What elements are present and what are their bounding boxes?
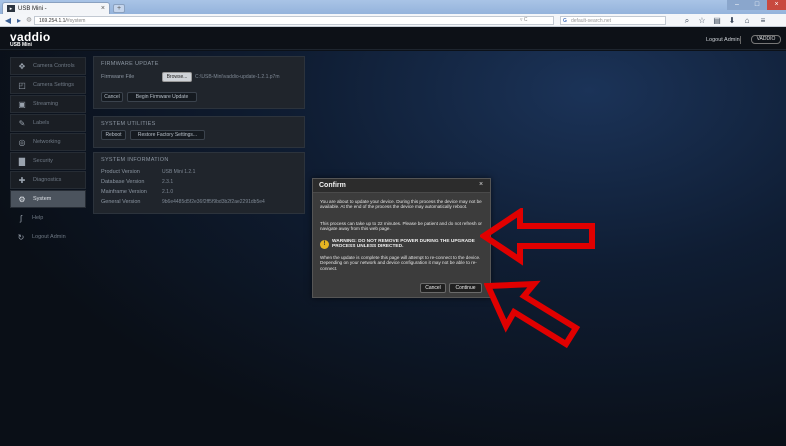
info-value: 2.3.1: [162, 179, 174, 185]
download-icon[interactable]: ⬇: [727, 15, 737, 26]
info-label: General Version: [101, 199, 141, 205]
product-name: USB Mini: [10, 42, 32, 48]
new-tab-button[interactable]: +: [113, 4, 125, 13]
maximize-button[interactable]: □: [747, 0, 767, 10]
sidebar-item-label: Camera Controls: [33, 63, 75, 69]
network-icon: ◎: [18, 137, 26, 147]
help-icon: ʃ: [20, 213, 22, 223]
sidebar-item-camera-settings[interactable]: ◰ Camera Settings: [10, 76, 86, 94]
sidebar-item-camera-controls[interactable]: ✥ Camera Controls: [10, 57, 86, 75]
dialog-message-3: When the update is complete this page wi…: [320, 255, 481, 271]
dialog-cancel-button[interactable]: Cancel: [420, 283, 446, 293]
diagnostics-icon: ✚: [18, 175, 26, 185]
annotation-arrow-continue: [484, 280, 581, 349]
forward-arrow-icon[interactable]: ▸: [14, 16, 24, 25]
joystick-icon: ✥: [18, 61, 26, 71]
camera-settings-icon: ◰: [18, 80, 26, 90]
system-information-panel: SYSTEM INFORMATION Product Version USB M…: [93, 152, 305, 214]
lock-icon: ▇: [18, 156, 26, 166]
url-tail: #system: [66, 18, 86, 24]
confirm-dialog: Confirm × You are about to update your d…: [312, 178, 491, 298]
reboot-button[interactable]: Reboot: [101, 130, 126, 140]
firmware-cancel-button[interactable]: Cancel: [101, 92, 123, 102]
tab-title: USB Mini -: [18, 5, 47, 12]
address-bar[interactable]: 169.254.1.1/#system: [34, 16, 554, 25]
warning-icon: !: [320, 240, 329, 249]
sidebar-item-label: System: [33, 196, 52, 202]
dialog-message-1: You are about to update your device. Dur…: [320, 199, 482, 210]
sidebar-item-labels[interactable]: ✎ Labels: [10, 114, 86, 132]
info-label: Mainframe Version: [101, 189, 147, 195]
firmware-update-panel: FIRMWARE UPDATE Firmware File Browse... …: [93, 56, 305, 109]
firmware-file-name: C:\USB-Mini\vaddio-update-1.2.1.p7m: [195, 74, 280, 80]
info-value: 9b6e4485d5f2e36f2ff5f9bd3b2f2ae2291db5e4: [162, 199, 265, 205]
sidebar-item-streaming[interactable]: ▣ Streaming: [10, 95, 86, 113]
info-value: USB Mini 1.2.1: [162, 169, 196, 175]
info-label: Database Version: [101, 179, 145, 185]
restore-factory-settings-button[interactable]: Restore Factory Settings...: [130, 130, 205, 140]
search-engine-icon: G: [563, 18, 567, 24]
browser-nav-bar: ◀ ▸ ◍ 169.254.1.1/#system ▿ C G default-…: [0, 14, 786, 27]
logout-icon: ↻: [17, 232, 25, 242]
sidebar-item-label: Labels: [33, 120, 50, 126]
search-icon[interactable]: ⌕: [682, 15, 692, 26]
info-value: 2.1.0: [162, 189, 174, 195]
dialog-header: Confirm ×: [313, 179, 490, 193]
firmware-file-label: Firmware File: [101, 74, 135, 80]
sidebar-item-diagnostics[interactable]: ✚ Diagnostics: [10, 171, 86, 189]
utilities-panel-title: SYSTEM UTILITIES: [101, 121, 156, 127]
sidebar-item-label: Networking: [33, 139, 61, 145]
minimize-button[interactable]: –: [727, 0, 747, 10]
sidebar: ✥ Camera Controls ◰ Camera Settings ▣ St…: [10, 57, 86, 247]
browser-tab[interactable]: ▸ USB Mini - ×: [2, 2, 110, 14]
header-divider: [740, 36, 741, 44]
sidebar-item-label: Help: [32, 215, 44, 221]
sidebar-item-label: Logout Admin: [32, 234, 66, 240]
search-placeholder: default-search.net: [571, 18, 612, 24]
tab-close-icon[interactable]: ×: [101, 5, 105, 12]
close-icon[interactable]: ×: [479, 181, 483, 188]
sidebar-item-security[interactable]: ▇ Security: [10, 152, 86, 170]
back-arrow-icon[interactable]: ◀: [3, 16, 13, 25]
sidebar-item-label: Streaming: [33, 101, 59, 107]
vaddio-favicon-icon: ▸: [7, 5, 15, 12]
star-icon[interactable]: ☆: [697, 15, 707, 26]
warning-text: WARNING: DO NOT REMOVE POWER DURING THE …: [332, 239, 475, 250]
app-header: vaddio USB Mini Logout Admin VADDIO: [0, 27, 786, 50]
clipboard-icon[interactable]: ▤: [712, 15, 722, 26]
header-logout-link[interactable]: Logout Admin: [706, 37, 740, 43]
search-input[interactable]: G default-search.net: [560, 16, 666, 25]
url-refresh-controls[interactable]: ▿ C: [520, 16, 528, 25]
dialog-message-2: This process can take up to 22 minutes. …: [320, 221, 482, 232]
sidebar-item-label: Diagnostics: [33, 177, 62, 183]
menu-icon[interactable]: ≡: [758, 15, 768, 26]
sidebar-item-label: Camera Settings: [33, 82, 74, 88]
browser-tab-bar: ▸ USB Mini - × + – □ ×: [0, 0, 786, 14]
home-icon[interactable]: ⌂: [742, 15, 752, 26]
sidebar-item-logout[interactable]: ↻ Logout Admin: [10, 228, 86, 246]
gear-icon: ⚙: [18, 194, 26, 204]
sidebar-item-label: Security: [33, 158, 53, 164]
system-info-title: SYSTEM INFORMATION: [101, 157, 169, 163]
site-identity-icon[interactable]: ◍: [24, 16, 34, 25]
streaming-icon: ▣: [18, 99, 26, 109]
continue-button[interactable]: Continue: [449, 283, 482, 293]
sidebar-item-system[interactable]: ⚙ System: [10, 190, 86, 208]
window-close-button[interactable]: ×: [767, 0, 786, 10]
system-utilities-panel: SYSTEM UTILITIES Reboot Restore Factory …: [93, 116, 305, 148]
sidebar-item-networking[interactable]: ◎ Networking: [10, 133, 86, 151]
info-label: Product Version: [101, 169, 140, 175]
sidebar-item-help[interactable]: ʃ Help: [10, 209, 86, 227]
browse-button[interactable]: Browse...: [162, 72, 192, 82]
annotation-arrow-warning: [480, 208, 595, 266]
dialog-title: Confirm: [319, 182, 346, 189]
firmware-panel-title: FIRMWARE UPDATE: [101, 61, 159, 67]
begin-firmware-update-button[interactable]: Begin Firmware Update: [127, 92, 197, 102]
vaddio-button[interactable]: VADDIO: [751, 35, 781, 44]
url-text: 169.254.1.1/: [39, 18, 67, 24]
pencil-icon: ✎: [18, 118, 26, 128]
